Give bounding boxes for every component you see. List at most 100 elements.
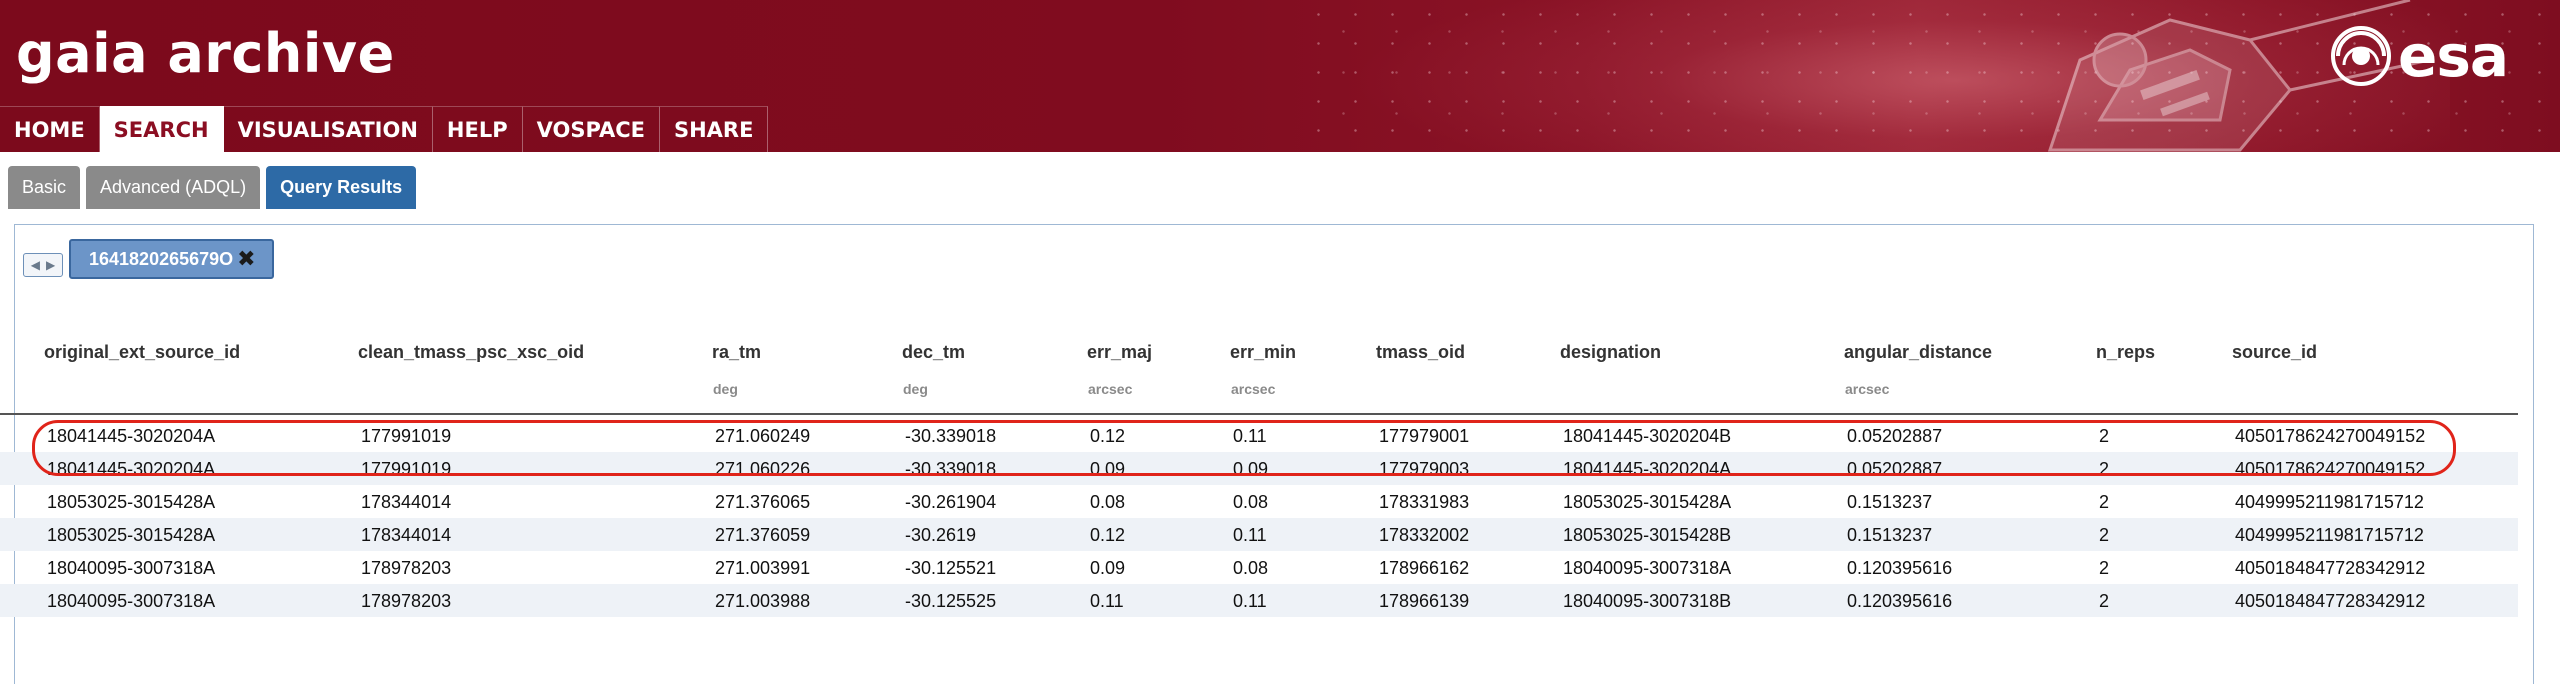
close-icon[interactable]: ✖ — [237, 248, 255, 270]
cell-ra-tm: 271.060226 — [715, 459, 811, 479]
cell-err-min: 0.08 — [1233, 558, 1269, 578]
cell-angular-distance: 0.05202887 — [1847, 426, 1943, 446]
cell-clean-tmass-psc-xsc-oid: 177991019 — [361, 426, 452, 446]
column-header-dec-tm[interactable]: dec_tm — [902, 342, 965, 363]
result-tab-scroller[interactable]: ◀ ▶ — [23, 253, 63, 277]
table-row[interactable]: 18040095-3007318A 178978203 271.003988 -30.… — [0, 584, 2518, 617]
cell-designation: 18053025-3015428A — [1563, 492, 1732, 512]
arrow-left-icon[interactable]: ◀ — [31, 259, 40, 271]
search-subtabs: Basic Advanced (ADQL) Query Results — [8, 166, 417, 209]
cell-clean-tmass-psc-xsc-oid: 178344014 — [361, 525, 452, 545]
cell-err-maj: 0.12 — [1090, 525, 1126, 545]
cell-dec-tm: -30.261904 — [905, 492, 997, 512]
tab-advanced-adql[interactable]: Advanced (ADQL) — [86, 166, 261, 209]
column-header-ra-tm[interactable]: ra_tm — [712, 342, 761, 363]
cell-designation: 18040095-3007318B — [1563, 591, 1732, 611]
nav-search[interactable]: SEARCH — [99, 106, 224, 152]
cell-original-ext-source-id: 18053025-3015428A — [47, 525, 216, 545]
cell-ra-tm: 271.003988 — [715, 591, 811, 611]
nav-vospace[interactable]: VOSPACE — [522, 106, 660, 152]
column-header-err-min[interactable]: err_min — [1230, 342, 1296, 363]
cell-dec-tm: -30.339018 — [905, 426, 997, 446]
cell-n-reps: 2 — [2099, 426, 2110, 446]
nav-visualisation[interactable]: VISUALISATION — [223, 106, 433, 152]
column-header-clean-tmass-psc-xsc-oid[interactable]: clean_tmass_psc_xsc_oid — [358, 342, 584, 363]
cell-source-id: 4050184847728342912 — [2235, 558, 2426, 578]
esa-logo[interactable]: esa — [2330, 22, 2509, 90]
table-body: 18041445-3020204A 177991019 271.060249 -30.… — [0, 419, 2518, 617]
cell-err-maj: 0.12 — [1090, 426, 1126, 446]
column-header-n-reps[interactable]: n_reps — [2096, 342, 2155, 363]
table-row[interactable]: 18041445-3020204A 177991019 271.060226 -30.… — [0, 452, 2518, 485]
column-header-angular-distance[interactable]: angular_distance — [1844, 342, 1992, 363]
column-unit-err-maj: arcsec — [1088, 381, 1133, 397]
cell-ra-tm: 271.376065 — [715, 492, 811, 512]
cell-source-id: 4050178624270049152 — [2235, 426, 2426, 446]
cell-n-reps: 2 — [2099, 525, 2110, 545]
cell-dec-tm: -30.125525 — [905, 591, 997, 611]
cell-clean-tmass-psc-xsc-oid: 178978203 — [361, 558, 452, 578]
column-header-err-maj[interactable]: err_maj — [1087, 342, 1152, 363]
nav-help[interactable]: HELP — [432, 106, 523, 152]
cell-clean-tmass-psc-xsc-oid: 178978203 — [361, 591, 452, 611]
cell-n-reps: 2 — [2099, 591, 2110, 611]
cell-original-ext-source-id: 18041445-3020204A — [47, 459, 216, 479]
cell-clean-tmass-psc-xsc-oid: 177991019 — [361, 459, 452, 479]
nav-home[interactable]: HOME — [0, 106, 100, 152]
header-divider — [0, 413, 2518, 415]
cell-designation: 18040095-3007318A — [1563, 558, 1732, 578]
nav-share[interactable]: SHARE — [659, 106, 769, 152]
table-row[interactable]: 18053025-3015428A 178344014 271.376065 -30.… — [0, 485, 2518, 518]
cell-angular-distance: 0.1513237 — [1847, 525, 1933, 545]
cell-tmass-oid: 178966139 — [1379, 591, 1470, 611]
cell-designation: 18041445-3020204B — [1563, 426, 1732, 446]
tab-query-results[interactable]: Query Results — [266, 166, 417, 209]
cell-angular-distance: 0.1513237 — [1847, 492, 1933, 512]
cell-ra-tm: 271.060249 — [715, 426, 811, 446]
column-unit-dec-tm: deg — [903, 381, 928, 397]
cell-tmass-oid: 177979001 — [1379, 426, 1470, 446]
cell-tmass-oid: 177979003 — [1379, 459, 1470, 479]
cell-dec-tm: -30.125521 — [905, 558, 997, 578]
cell-original-ext-source-id: 18041445-3020204A — [47, 426, 216, 446]
cell-source-id: 4050178624270049152 — [2235, 459, 2426, 479]
column-header-source-id[interactable]: source_id — [2232, 342, 2317, 363]
cell-err-maj: 0.09 — [1090, 459, 1126, 479]
cell-tmass-oid: 178331983 — [1379, 492, 1470, 512]
cell-tmass-oid: 178966162 — [1379, 558, 1470, 578]
cell-source-id: 4049995211981715712 — [2235, 525, 2424, 545]
cell-angular-distance: 0.05202887 — [1847, 459, 1943, 479]
cell-angular-distance: 0.120395616 — [1847, 591, 1953, 611]
cell-n-reps: 2 — [2099, 558, 2110, 578]
cell-err-min: 0.11 — [1233, 591, 1267, 611]
site-title[interactable]: gaia archive — [16, 22, 395, 85]
cell-n-reps: 2 — [2099, 492, 2110, 512]
tab-basic[interactable]: Basic — [8, 166, 81, 209]
arrow-right-icon[interactable]: ▶ — [46, 259, 55, 271]
top-navigation: HOME SEARCH VISUALISATION HELP VOSPACE S… — [0, 106, 769, 152]
cell-original-ext-source-id: 18040095-3007318A — [47, 591, 216, 611]
cell-ra-tm: 271.003991 — [715, 558, 811, 578]
cell-designation: 18053025-3015428B — [1563, 525, 1732, 545]
cell-err-min: 0.08 — [1233, 492, 1269, 512]
table-row[interactable]: 18053025-3015428A 178344014 271.376059 -30.… — [0, 518, 2518, 551]
cell-err-maj: 0.09 — [1090, 558, 1126, 578]
cell-source-id: 4050184847728342912 — [2235, 591, 2426, 611]
esa-globe-icon — [2331, 26, 2391, 86]
cell-ra-tm: 271.376059 — [715, 525, 811, 545]
column-header-original-ext-source-id[interactable]: original_ext_source_id — [44, 342, 240, 363]
table-row[interactable]: 18041445-3020204A 177991019 271.060249 -30.… — [0, 419, 2518, 452]
cell-dec-tm: -30.2619 — [905, 525, 977, 545]
cell-designation: 18041445-3020204A — [1563, 459, 1732, 479]
cell-source-id: 4049995211981715712 — [2235, 492, 2424, 512]
table-row[interactable]: 18040095-3007318A 178978203 271.003991 -30.… — [0, 551, 2518, 584]
result-job-tab[interactable]: 1641820265679O ✖ — [69, 239, 274, 279]
cell-clean-tmass-psc-xsc-oid: 178344014 — [361, 492, 452, 512]
column-unit-angular-distance: arcsec — [1845, 381, 1890, 397]
cell-err-maj: 0.08 — [1090, 492, 1126, 512]
cell-original-ext-source-id: 18040095-3007318A — [47, 558, 216, 578]
column-header-designation[interactable]: designation — [1560, 342, 1661, 363]
cell-err-min: 0.09 — [1233, 459, 1269, 479]
column-header-tmass-oid[interactable]: tmass_oid — [1376, 342, 1465, 363]
header-banner: gaia archive esa HOME SEARCH VISUALISATI… — [0, 0, 2560, 152]
